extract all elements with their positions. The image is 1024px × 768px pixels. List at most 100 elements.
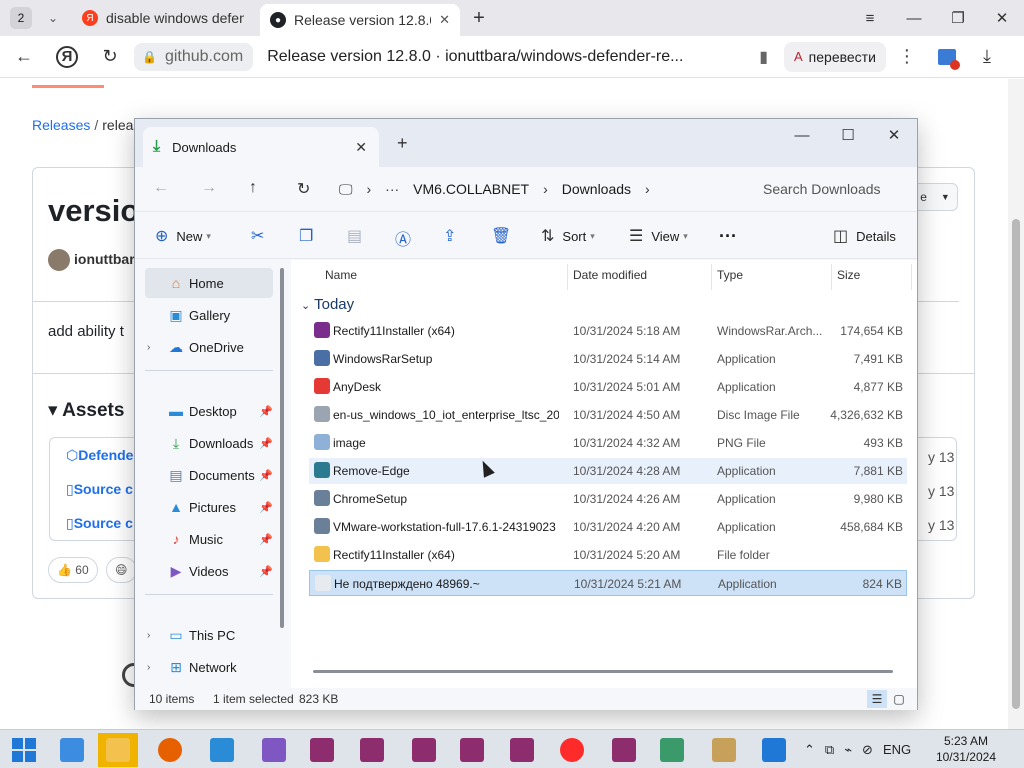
close-window-button[interactable]: ✕ [980, 0, 1024, 36]
winrar-icon-1[interactable] [302, 733, 342, 767]
winrar-icon-3[interactable] [404, 733, 444, 767]
address-bar[interactable]: 🔒 github.com Release version 12.8.0 · io… [134, 40, 774, 73]
column-divider[interactable] [911, 264, 912, 290]
forward-arrow-icon[interactable]: → [201, 179, 217, 197]
sidebar-item-onedrive[interactable]: › ☁ OneDrive [145, 332, 273, 362]
asset-link[interactable]: ▯Source c [66, 481, 133, 498]
sidebar-item-documents[interactable]: ▤ Documents 📌 [145, 460, 273, 490]
browser-tab-release[interactable]: ● Release version 12.8.0 · ionuttbara/wi… [260, 4, 460, 36]
view-button[interactable]: ☰ View ▾ [629, 226, 688, 246]
paint-icon[interactable] [202, 733, 242, 767]
file-row[interactable]: ChromeSetup 10/31/2024 4:26 AM Application… [309, 486, 907, 512]
network-status-icon[interactable]: ⌁ [844, 742, 852, 758]
browser-menu-icon[interactable]: ≡ [848, 0, 892, 36]
winrar-icon-4[interactable] [452, 733, 492, 767]
copy-button[interactable]: ❐ [299, 226, 321, 246]
refresh-icon[interactable]: ↻ [297, 179, 310, 199]
sidebar-item-downloads[interactable]: ⤓ Downloads 📌 [145, 428, 273, 458]
tiles-view-icon[interactable]: ▢ [889, 690, 909, 708]
chevron-right-icon[interactable]: › [367, 181, 372, 197]
expand-chevron-icon[interactable]: › [147, 342, 150, 353]
sidebar-item-desktop[interactable]: ▬ Desktop 📌 [145, 396, 273, 426]
sidebar-item-network[interactable]: › ⊞ Network [145, 652, 273, 682]
expand-chevron-icon[interactable]: › [147, 630, 150, 641]
pin-icon[interactable]: 📌 [259, 405, 273, 418]
more-options-icon[interactable]: ⋮ [892, 46, 922, 67]
winrar-icon-5[interactable] [502, 733, 542, 767]
up-arrow-icon[interactable]: ↑ [249, 179, 257, 197]
reaction-smile[interactable]: 😄 [106, 557, 137, 583]
back-arrow-icon[interactable]: ← [6, 39, 42, 75]
firefox-icon[interactable] [150, 733, 190, 767]
expand-chevron-icon[interactable]: › [147, 662, 150, 673]
close-window-button[interactable]: ✕ [871, 119, 917, 151]
clock[interactable]: 5:23 AM 10/31/2024 [936, 733, 996, 765]
rename-button[interactable]: Ⓐ [395, 226, 419, 250]
page-scrollbar[interactable] [1008, 79, 1024, 729]
close-tab-icon[interactable]: ✕ [355, 139, 367, 156]
reaction-thumbs-up[interactable]: 👍 60 [48, 557, 98, 583]
sidebar-item-music[interactable]: ♪ Music 📌 [145, 524, 274, 554]
tray-app-icon[interactable]: ⧉ [825, 742, 834, 758]
sidebar-scrollbar[interactable] [280, 268, 284, 628]
column-header-type[interactable]: Type [717, 268, 743, 282]
column-header-name[interactable]: Name [325, 268, 357, 282]
path-segment[interactable]: VM6.COLLABNET [413, 181, 529, 197]
breadcrumb-releases-link[interactable]: Releases [32, 117, 90, 133]
translate-button[interactable]: A перевести [784, 41, 886, 72]
visual-studio-icon[interactable] [254, 733, 294, 767]
sort-button[interactable]: ⇅ Sort ▾ [541, 226, 595, 246]
column-divider[interactable] [831, 264, 832, 290]
chevron-right-icon[interactable]: › [645, 181, 650, 197]
sidebar-item-this-pc[interactable]: › ▭ This PC [145, 620, 273, 650]
scrollbar-thumb[interactable] [1012, 219, 1020, 709]
sidebar-item-videos[interactable]: ▶ Videos 📌 [145, 556, 273, 586]
bookmark-icon[interactable]: ▮ [759, 47, 768, 67]
asset-link[interactable]: ▯Source c [66, 515, 133, 532]
pin-icon[interactable]: 📌 [259, 565, 273, 578]
file-row[interactable]: VMware-workstation-full-17.6.1-24319023 1… [309, 514, 907, 540]
cut-button[interactable]: ✂ [251, 226, 272, 246]
file-row[interactable]: Remove-Edge 10/31/2024 4:28 AM Application… [309, 458, 907, 484]
input-language-indicator[interactable]: ENG [883, 742, 911, 757]
close-tab-icon[interactable]: ✕ [439, 12, 450, 28]
yandex-browser-icon[interactable] [552, 733, 592, 767]
file-row[interactable]: AnyDesk 10/31/2024 5:01 AM Application 4,87… [309, 374, 907, 400]
asset-link[interactable]: ⬡Defende [66, 447, 133, 464]
explorer-icon[interactable] [98, 733, 138, 767]
sidebar-item-pictures[interactable]: ▲ Pictures 📌 [145, 492, 273, 522]
pin-icon[interactable]: 📌 [259, 501, 273, 514]
winrar-icon-2[interactable] [352, 733, 392, 767]
defender-shield-icon[interactable] [754, 733, 794, 767]
maximize-button[interactable]: ☐ [825, 119, 871, 151]
path-segment[interactable]: Downloads [562, 181, 631, 197]
details-view-icon[interactable]: ☰ [867, 690, 887, 708]
column-divider[interactable] [711, 264, 712, 290]
back-arrow-icon[interactable]: ← [153, 179, 169, 197]
extension-icon[interactable] [930, 42, 964, 72]
explorer-new-tab-button[interactable]: + [397, 133, 408, 154]
minimize-button[interactable]: — [892, 0, 936, 36]
more-path-icon[interactable]: ··· [385, 181, 399, 197]
explorer-tab-downloads[interactable]: ⤓ Downloads ✕ [143, 127, 379, 167]
airplane-mode-icon[interactable]: ⊘ [862, 742, 873, 758]
pin-icon[interactable]: 📌 [259, 469, 273, 482]
group-header-today[interactable]: ⌄ Today [301, 296, 354, 313]
pin-icon[interactable]: 📌 [259, 437, 273, 450]
minimize-button[interactable]: — [779, 119, 825, 151]
yandex-home-icon[interactable]: Я [56, 45, 78, 68]
file-row[interactable]: Rectify11Installer (x64) 10/31/2024 5:20 … [309, 542, 907, 568]
share-button[interactable]: ⇪ [443, 226, 464, 246]
monitor-icon[interactable]: 🖵 [339, 181, 353, 198]
start-icon[interactable] [4, 733, 44, 767]
search-input[interactable]: Search Downloads [747, 173, 913, 205]
address-host-chip[interactable]: 🔒 github.com [134, 42, 254, 71]
tab-count-badge[interactable]: 2 [10, 7, 32, 29]
reload-icon[interactable]: ↻ [92, 39, 128, 75]
column-divider[interactable] [567, 264, 568, 290]
breadcrumb[interactable]: 🖵 › ··· VM6.COLLABNET › Downloads › [339, 173, 739, 205]
show-hidden-icons-icon[interactable]: ⌃ [804, 742, 815, 758]
column-header-size[interactable]: Size [837, 268, 860, 282]
details-pane-button[interactable]: ◫ Details [833, 226, 896, 246]
more-options-icon[interactable]: ··· [719, 226, 737, 247]
